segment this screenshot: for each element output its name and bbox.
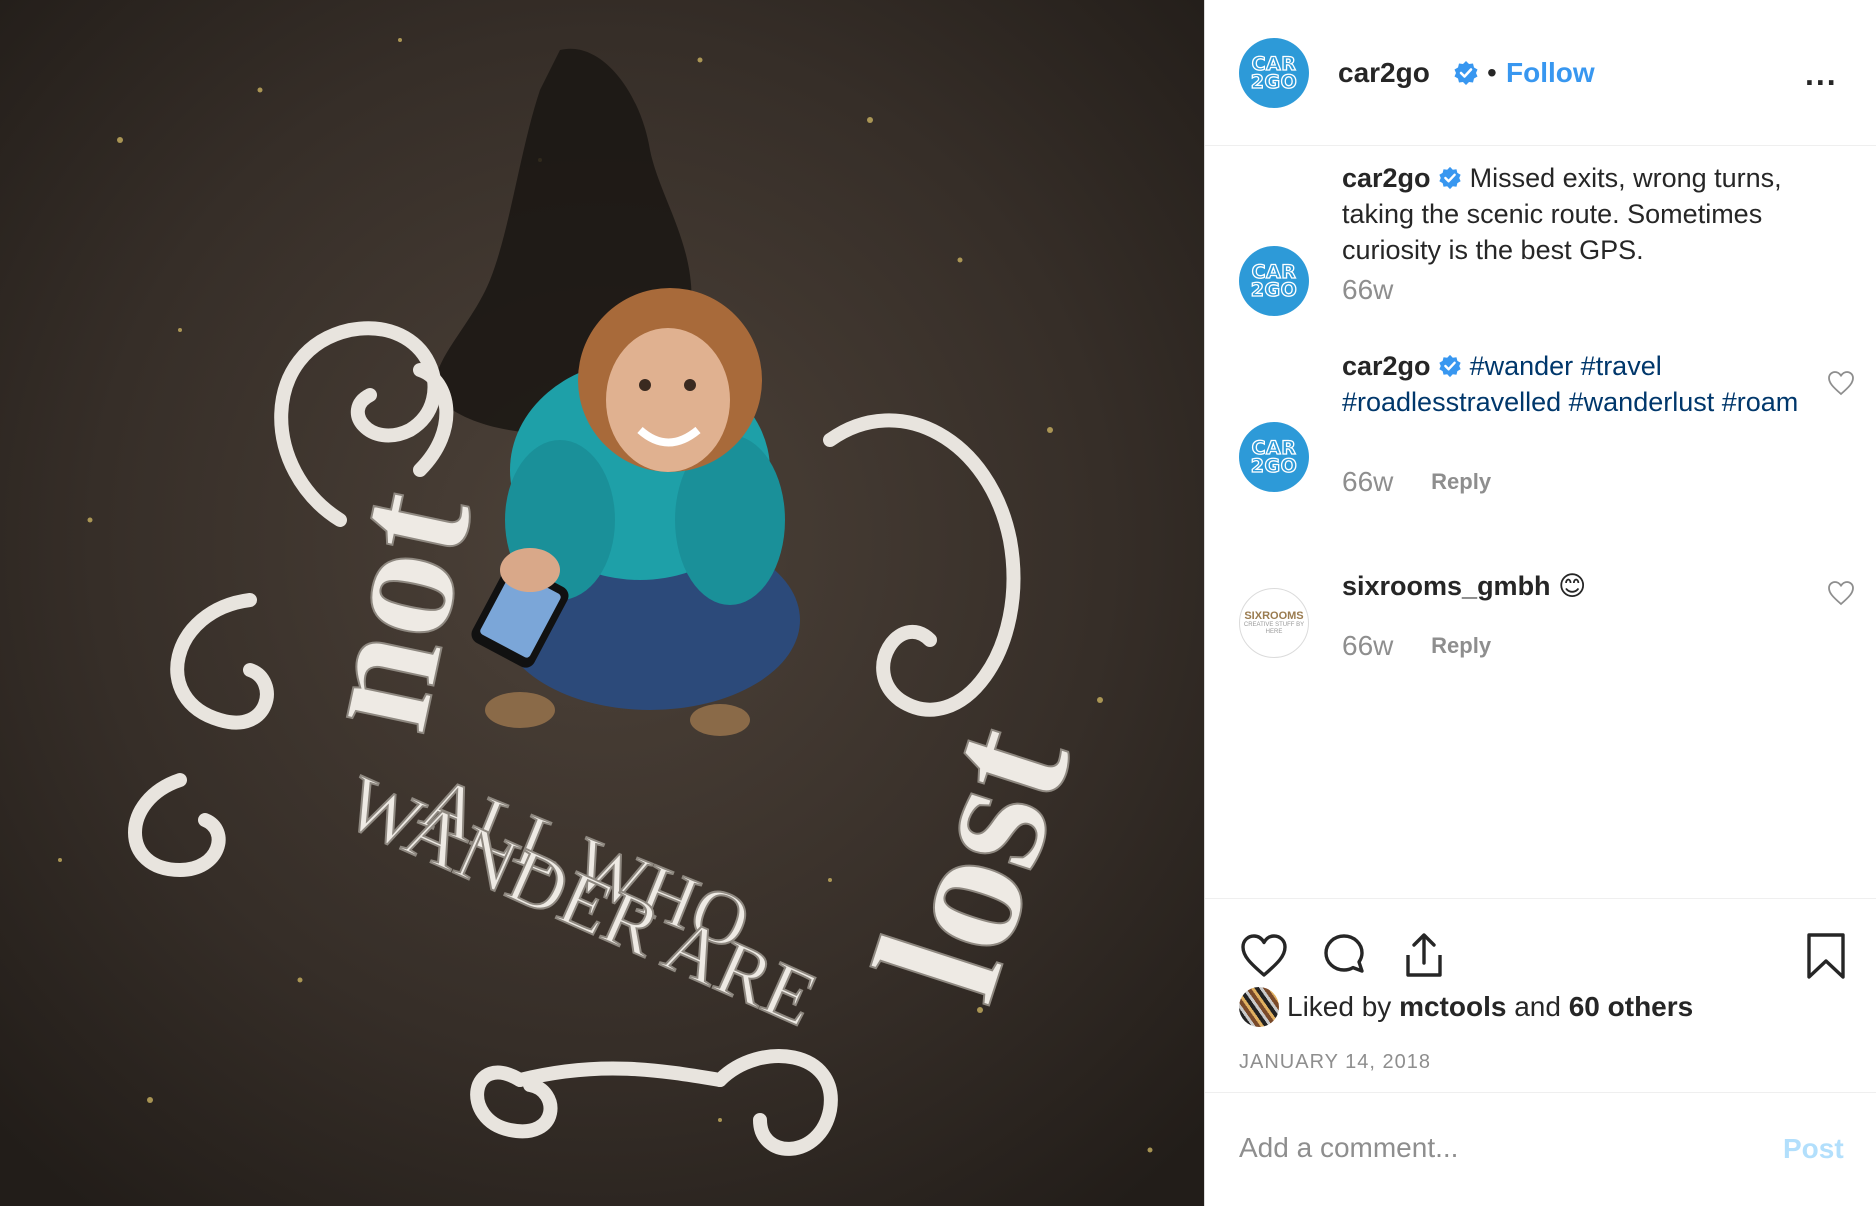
comment-time[interactable]: 66w	[1342, 630, 1393, 661]
header-separator: •	[1487, 57, 1497, 88]
comment-text: 😊	[1558, 571, 1587, 601]
author-avatar[interactable]: CAR 2GO	[1239, 38, 1309, 108]
comment-body: sixrooms_gmbh 😊	[1342, 568, 1812, 604]
post-comment-button[interactable]: Post	[1783, 1133, 1844, 1165]
comment-body: car2go Missed exits, wrong turns, taking…	[1342, 160, 1812, 268]
comment-like-heart-icon[interactable]	[1827, 370, 1855, 396]
reply-button[interactable]: Reply	[1431, 633, 1491, 658]
logo-line-2: 2GO	[1250, 455, 1298, 477]
comment-input[interactable]	[1239, 1123, 1719, 1173]
hashtag-link[interactable]: #travel	[1581, 351, 1662, 381]
car2go-logo: CAR 2GO	[1250, 438, 1298, 477]
likes-and: and	[1514, 991, 1561, 1022]
logo-line-2: 2GO	[1250, 279, 1298, 301]
follow-button[interactable]: Follow	[1506, 57, 1595, 89]
verified-badge-icon	[1438, 351, 1462, 378]
hashtag-link[interactable]: #roadlesstravelled	[1342, 387, 1561, 417]
liker-username[interactable]: mctools	[1399, 991, 1506, 1023]
car2go-logo: CAR 2GO	[1250, 54, 1298, 93]
comment-body: car2go #wander #travel #roadlesstravelle…	[1342, 348, 1812, 420]
comment-time[interactable]: 66w	[1342, 466, 1393, 497]
hashtag-link[interactable]: #roam	[1722, 387, 1799, 417]
more-options-icon[interactable]: ...	[1805, 56, 1838, 93]
comment-meta: 66w	[1342, 274, 1393, 306]
likes-prefix: Liked by	[1287, 991, 1392, 1022]
comment-meta: 66w Reply	[1342, 630, 1491, 662]
post-photo[interactable]: not ALL WHO WANDER ARE lost	[0, 0, 1204, 1206]
commenter-avatar[interactable]: SIXROOMS CREATIVE STUFF BY HERE	[1239, 588, 1309, 658]
post-date[interactable]: JANUARY 14, 2018	[1239, 1051, 1431, 1074]
comment-time[interactable]: 66w	[1342, 274, 1393, 305]
author-avatar[interactable]: CAR 2GO	[1239, 422, 1309, 492]
bookmark-icon[interactable]	[1801, 931, 1851, 981]
likes-others-link[interactable]: 60 others	[1569, 991, 1694, 1023]
verified-badge-icon	[1438, 163, 1462, 190]
comment-username[interactable]: sixrooms_gmbh	[1342, 571, 1551, 601]
comment-username[interactable]: car2go	[1342, 163, 1431, 193]
car2go-logo: CAR 2GO	[1250, 262, 1298, 301]
author-avatar[interactable]: CAR 2GO	[1239, 246, 1309, 316]
share-icon[interactable]	[1399, 931, 1449, 981]
liker-avatar[interactable]	[1239, 987, 1279, 1027]
sixrooms-logo: SIXROOMS CREATIVE STUFF BY HERE	[1240, 610, 1308, 636]
likes-summary: Liked by mctools and 60 others	[1239, 987, 1693, 1027]
heart-icon[interactable]	[1239, 931, 1289, 981]
comment-icon[interactable]	[1319, 931, 1369, 981]
logo-line-2: 2GO	[1250, 71, 1298, 93]
verified-badge-icon	[1453, 60, 1479, 86]
post-photo-artwork: not ALL WHO WANDER ARE lost	[0, 0, 1204, 1206]
comment-username[interactable]: car2go	[1342, 351, 1431, 381]
comment-composer: Post	[1205, 1092, 1876, 1206]
comments-list: CAR 2GO car2go Missed exits, wrong turns…	[1205, 146, 1876, 898]
post-header: CAR 2GO car2go • Follow ...	[1205, 0, 1876, 146]
logo-subtitle: CREATIVE STUFF BY HERE	[1243, 622, 1305, 635]
post-actions: Liked by mctools and 60 others JANUARY 1…	[1205, 898, 1876, 1094]
reply-button[interactable]: Reply	[1431, 469, 1491, 494]
hashtag-link[interactable]: #wanderlust	[1569, 387, 1715, 417]
hashtag-link[interactable]: #wander	[1470, 351, 1574, 381]
comment-like-heart-icon[interactable]	[1827, 580, 1855, 606]
author-username[interactable]: car2go	[1338, 57, 1430, 89]
post-side-panel: CAR 2GO car2go • Follow ... CAR 2GO car2…	[1204, 0, 1876, 1206]
comment-meta: 66w Reply	[1342, 466, 1491, 498]
logo-title: SIXROOMS	[1244, 610, 1304, 622]
